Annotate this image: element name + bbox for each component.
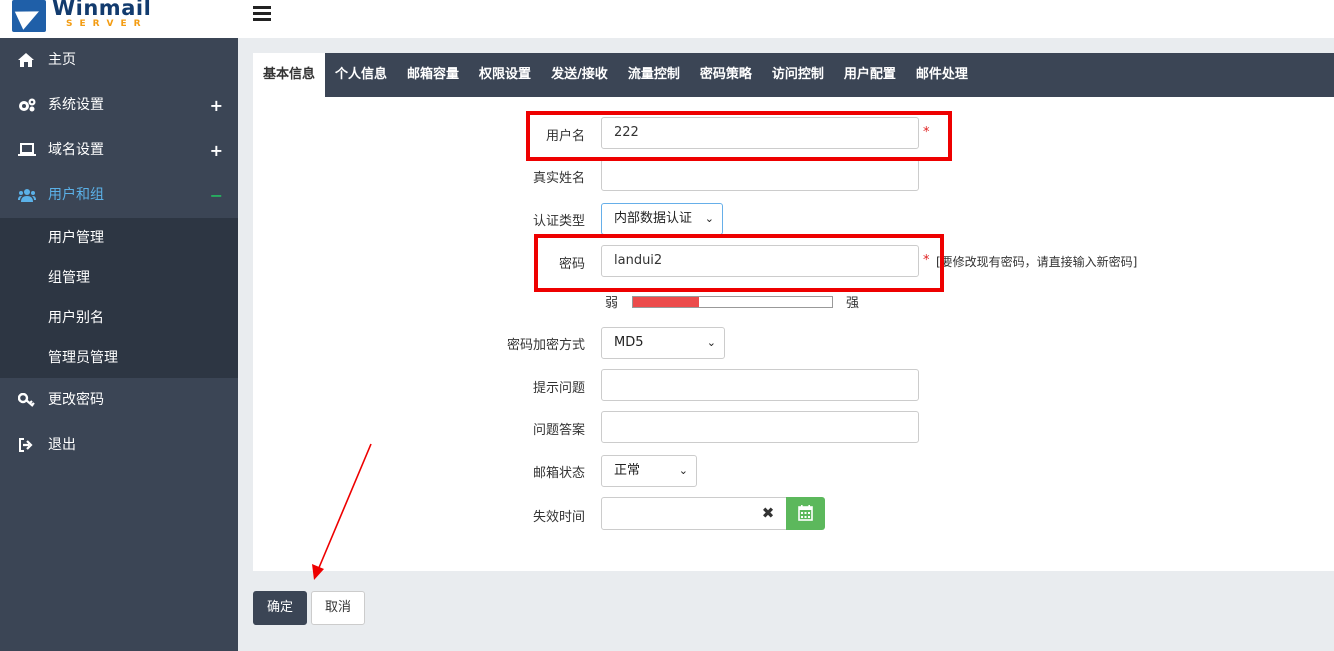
- tab-mailbox-quota[interactable]: 邮箱容量: [397, 53, 469, 97]
- logo-mark-icon: [12, 0, 46, 32]
- users-submenu: 用户管理 组管理 用户别名 管理员管理: [0, 218, 238, 378]
- laptop-icon: [18, 143, 36, 156]
- sign-out-icon: [19, 438, 33, 452]
- submenu-item-group-management[interactable]: 组管理: [0, 258, 238, 298]
- sidebar-item-label: 退出: [48, 437, 76, 453]
- question-input[interactable]: [601, 369, 919, 401]
- tab-send-receive[interactable]: 发送/接收: [541, 53, 618, 97]
- sidebar-item-label: 主页: [48, 52, 76, 68]
- sidebar: 主页 系统设置 + 域名设置 + 用户和组 − 用户管理 组管理 用户别名 管理…: [0, 38, 238, 651]
- realname-input[interactable]: [601, 159, 919, 191]
- home-icon: [18, 53, 34, 67]
- expand-icon[interactable]: +: [210, 128, 223, 173]
- clear-date-button[interactable]: ✖: [750, 497, 787, 530]
- tab-mail-processing[interactable]: 邮件处理: [906, 53, 978, 97]
- sidebar-item-users-groups[interactable]: 用户和组 −: [0, 173, 238, 218]
- auth-type-label: 认证类型: [532, 214, 585, 229]
- answer-label: 问题答案: [532, 423, 585, 438]
- calendar-icon: [798, 505, 813, 521]
- users-icon: [18, 189, 36, 202]
- chevron-down-icon: ⌄: [678, 464, 688, 477]
- sidebar-item-domain-settings[interactable]: 域名设置 +: [0, 128, 238, 173]
- sidebar-item-home[interactable]: 主页: [0, 38, 238, 83]
- submenu-item-admin-management[interactable]: 管理员管理: [0, 338, 238, 378]
- gears-icon: [19, 98, 36, 112]
- encryption-value: MD5: [614, 335, 644, 350]
- confirm-button[interactable]: 确定: [253, 591, 307, 625]
- tab-access-control[interactable]: 访问控制: [762, 53, 834, 97]
- tab-personal-info[interactable]: 个人信息: [325, 53, 397, 97]
- status-value: 正常: [614, 463, 641, 478]
- top-bar: Winmail SERVER: [0, 0, 1334, 38]
- cancel-button[interactable]: 取消: [311, 591, 365, 625]
- encryption-label: 密码加密方式: [506, 338, 585, 353]
- strength-weak-label: 弱: [605, 296, 619, 311]
- encryption-select[interactable]: MD5 ⌄: [601, 327, 725, 359]
- sidebar-item-change-password[interactable]: 更改密码: [0, 378, 238, 423]
- expire-label: 失效时间: [532, 510, 585, 525]
- sidebar-item-label: 更改密码: [48, 392, 104, 408]
- winmail-logo[interactable]: Winmail SERVER: [12, 0, 151, 34]
- tab-traffic-control[interactable]: 流量控制: [618, 53, 690, 97]
- close-icon: ✖: [761, 504, 775, 522]
- sidebar-item-label: 用户和组: [48, 187, 104, 203]
- highlight-box-password: [534, 234, 944, 292]
- sidebar-item-label: 系统设置: [48, 97, 104, 113]
- password-strength-meter: [632, 296, 833, 308]
- auth-type-value: 内部数据认证: [614, 211, 693, 226]
- sidebar-item-logout[interactable]: 退出: [0, 423, 238, 468]
- expand-icon[interactable]: +: [210, 83, 223, 128]
- question-label: 提示问题: [532, 381, 585, 396]
- user-form-panel: 基本信息 个人信息 邮箱容量 权限设置 发送/接收 流量控制 密码策略 访问控制…: [253, 53, 1334, 571]
- chevron-down-icon: ⌄: [706, 336, 716, 349]
- password-hint: [要修改现有密码，请直接输入新密码]: [936, 255, 1138, 269]
- expire-input[interactable]: [601, 497, 751, 530]
- menu-toggle-icon[interactable]: [253, 6, 271, 22]
- sidebar-item-label: 域名设置: [48, 142, 104, 158]
- tab-permissions[interactable]: 权限设置: [469, 53, 541, 97]
- status-label: 邮箱状态: [532, 466, 585, 481]
- strength-fill: [633, 297, 699, 307]
- highlight-box-username: [526, 111, 952, 161]
- answer-input[interactable]: [601, 411, 919, 443]
- key-icon: [18, 393, 35, 407]
- auth-type-select[interactable]: 内部数据认证 ⌄: [601, 203, 723, 235]
- logo-name: Winmail: [52, 0, 152, 20]
- annotation-arrow-icon: [312, 443, 372, 580]
- logo-subtitle: SERVER: [66, 19, 148, 29]
- strength-strong-label: 强: [846, 296, 860, 311]
- calendar-button[interactable]: [786, 497, 825, 530]
- tab-basic-info[interactable]: 基本信息: [253, 53, 326, 97]
- submenu-item-user-management[interactable]: 用户管理: [0, 218, 238, 258]
- status-select[interactable]: 正常 ⌄: [601, 455, 697, 487]
- collapse-icon[interactable]: −: [210, 173, 223, 218]
- chevron-down-icon: ⌄: [704, 212, 714, 225]
- tab-bar: 基本信息 个人信息 邮箱容量 权限设置 发送/接收 流量控制 密码策略 访问控制…: [253, 53, 1334, 97]
- sidebar-item-system-settings[interactable]: 系统设置 +: [0, 83, 238, 128]
- submenu-item-user-alias[interactable]: 用户别名: [0, 298, 238, 338]
- tab-user-config[interactable]: 用户配置: [834, 53, 906, 97]
- realname-label: 真实姓名: [532, 171, 585, 186]
- tab-password-policy[interactable]: 密码策略: [690, 53, 762, 97]
